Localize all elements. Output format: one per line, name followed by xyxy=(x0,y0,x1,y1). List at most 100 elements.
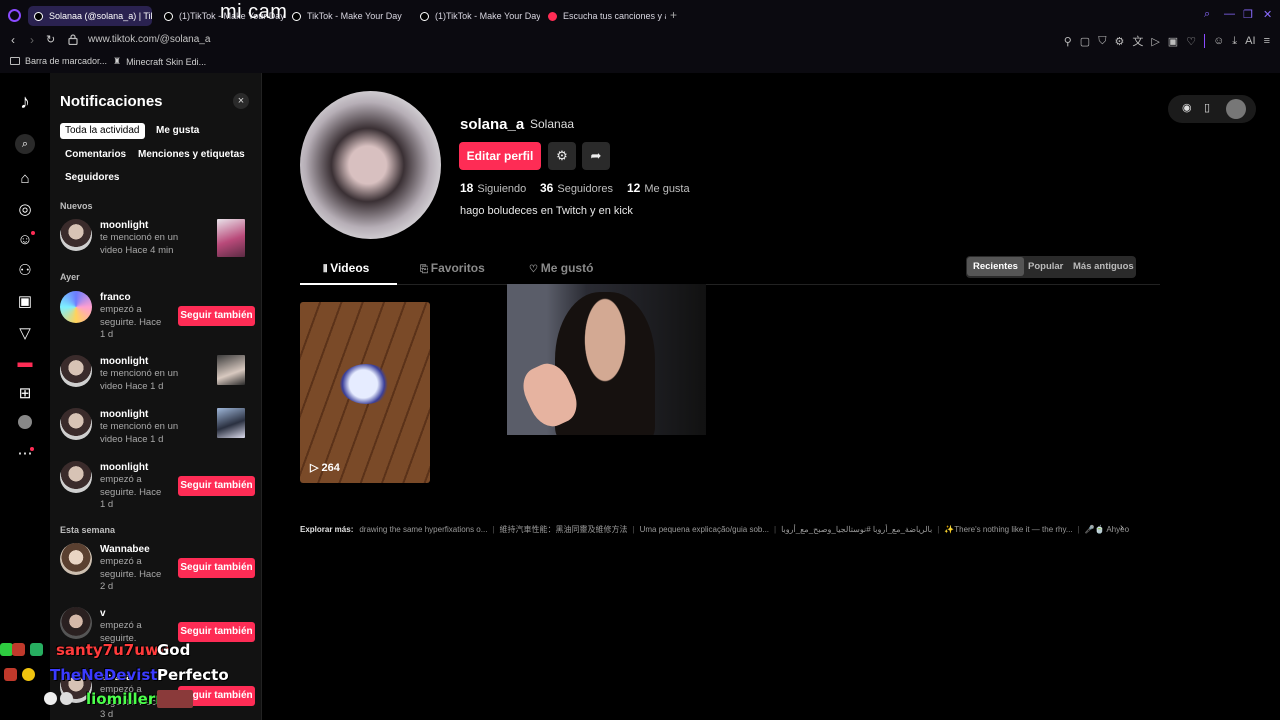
filter-mentions[interactable]: Menciones y etiquetas xyxy=(133,147,250,163)
explore-icon[interactable]: ◎ xyxy=(16,201,34,219)
view-count: ▷ 264 xyxy=(310,462,340,474)
browser-tab-bar: Solanaa (@solana_a) | TikTok (1)TikTok -… xyxy=(0,0,1280,30)
account-icon[interactable]: ☺ xyxy=(1213,35,1224,47)
notification-item[interactable]: moonlight te mencionó en un video Hace 1… xyxy=(60,355,250,403)
messages-icon[interactable]: ▽ xyxy=(16,325,34,343)
tiktok-logo-icon[interactable]: ♪ xyxy=(16,92,34,112)
notification-item[interactable]: Wannabee empezó a seguirte. Hace 2 d Seg… xyxy=(60,543,255,592)
explore-link[interactable]: بالرياضة_مع_أروبا #نوستالجيا_وصبح_مع_أرو… xyxy=(781,525,932,534)
live-icon[interactable]: ▣ xyxy=(16,293,34,311)
explore-link[interactable]: ✨There's nothing like it — the rhy... xyxy=(944,525,1072,534)
video-thumbnail[interactable] xyxy=(217,219,245,257)
profile-main: ◉ ▯ solana_a Solanaa Editar perfil ⚙ ➦ 1… xyxy=(262,73,1280,720)
search-icon[interactable]: ⌕ xyxy=(15,134,35,154)
sort-control: Recientes Popular Más antiguos xyxy=(966,256,1136,278)
activity-icon[interactable]: ▬ xyxy=(16,354,34,372)
close-icon[interactable]: × xyxy=(233,93,249,109)
ai-button[interactable]: AI xyxy=(1245,35,1255,47)
tab-youtube-music[interactable]: Escucha tus canciones y á xyxy=(542,6,666,26)
explore-link[interactable]: Uma pequena explicação/guia sob... xyxy=(640,525,769,534)
following-dot xyxy=(31,231,35,235)
pin-icon[interactable]: ⚲ xyxy=(1064,35,1072,48)
tab-liked[interactable]: ♡ Me gustó xyxy=(529,261,593,275)
avatar xyxy=(60,291,92,323)
chat-message: God xyxy=(157,641,191,659)
opera-logo-icon[interactable] xyxy=(8,9,21,22)
follow-back-button[interactable]: Seguir también xyxy=(178,306,255,326)
section-yesterday: Ayer xyxy=(60,272,80,282)
filter-likes[interactable]: Me gusta xyxy=(151,123,204,139)
tab-tiktok-profile[interactable]: Solanaa (@solana_a) | TikTok xyxy=(28,6,152,26)
play-icon[interactable]: ▷ xyxy=(1151,35,1159,48)
search-tabs-icon[interactable]: ⌕ xyxy=(1204,8,1210,21)
bookmark-minecraft[interactable]: ♜ Minecraft Skin Edi... xyxy=(113,56,206,67)
forward-icon[interactable]: › xyxy=(30,33,34,47)
home-icon[interactable]: ⌂ xyxy=(16,170,34,188)
video-card[interactable]: ▷ 264 xyxy=(300,302,430,483)
sort-popular[interactable]: Popular xyxy=(1028,261,1063,272)
bookmark-folder[interactable]: Barra de marcador... xyxy=(10,56,107,66)
follow-back-button[interactable]: Seguir también xyxy=(178,622,255,642)
sort-recent[interactable]: Recientes xyxy=(967,257,1024,276)
notification-item[interactable]: franco empezó a seguirte. Hace 1 d Segui… xyxy=(60,291,255,340)
settings-gear-icon[interactable]: ⚙ xyxy=(548,142,576,170)
follow-back-button[interactable]: Seguir también xyxy=(178,476,255,496)
snapshot-icon[interactable]: ▢ xyxy=(1080,35,1090,48)
new-tab-button[interactable]: + xyxy=(670,8,677,22)
avatar xyxy=(60,408,92,440)
stat-followers[interactable]: 36 Seguidores xyxy=(540,181,613,195)
notifications-title: Notificaciones xyxy=(60,93,163,110)
chat-emote-icon xyxy=(4,668,17,681)
explore-link[interactable]: 維持汽車性能：黑油同靈及維修方法 xyxy=(500,525,628,534)
wallet-icon[interactable]: ▣ xyxy=(1168,35,1178,48)
minimize-icon[interactable]: — xyxy=(1224,8,1235,20)
chat-emote-icon xyxy=(44,692,57,705)
stream-cam-label: mi cam xyxy=(220,1,288,23)
upload-icon[interactable]: ⊞ xyxy=(16,385,34,403)
profile-avatar-large[interactable] xyxy=(300,91,441,239)
shield-icon[interactable]: ⛉ xyxy=(1098,35,1106,48)
share-icon[interactable]: ➦ xyxy=(582,142,610,170)
notification-item[interactable]: moonlight te mencionó en un video Hace 1… xyxy=(60,408,250,456)
video-thumbnail[interactable] xyxy=(217,355,245,385)
filter-followers[interactable]: Seguidores xyxy=(60,170,124,186)
toolbar-divider xyxy=(1204,34,1206,48)
explore-link[interactable]: drawing the same hyperfixations o... xyxy=(359,525,487,534)
friends-icon[interactable]: ⚇ xyxy=(16,262,34,280)
translate-icon[interactable]: 文 xyxy=(1132,33,1143,49)
filter-all-activity[interactable]: Toda la actividad xyxy=(60,123,145,139)
tab-favorites[interactable]: ⎘ Favoritos xyxy=(420,261,485,275)
phone-icon[interactable]: ▯ xyxy=(1204,101,1210,114)
tab-tiktok-2[interactable]: TikTok - Make Your Day xyxy=(286,6,412,26)
stat-following[interactable]: 18 Siguiendo xyxy=(460,181,526,195)
back-icon[interactable]: ‹ xyxy=(11,33,15,47)
notification-item[interactable]: moonlight te mencionó en un video Hace 4… xyxy=(60,219,250,267)
sort-oldest[interactable]: Más antiguos xyxy=(1073,261,1134,272)
video-thumbnail[interactable] xyxy=(217,408,245,438)
tab-videos[interactable]: ⦀ Videos xyxy=(323,261,369,275)
restore-icon[interactable]: ❐ xyxy=(1243,8,1253,21)
reload-icon[interactable]: ↻ xyxy=(46,33,55,46)
section-this-week: Esta semana xyxy=(60,525,116,535)
avatar[interactable] xyxy=(1226,99,1246,119)
chat-username: TheNeDevist xyxy=(50,666,158,684)
follow-back-button[interactable]: Seguir también xyxy=(178,558,255,578)
chat-username: liomillerr xyxy=(86,690,163,708)
notification-item[interactable]: moonlight empezó a seguirte. Hace 1 d Se… xyxy=(60,461,255,510)
more-dot xyxy=(30,447,34,451)
stat-likes: 12 Me gusta xyxy=(627,181,690,195)
bookmark-icon: ⎘ xyxy=(420,264,431,275)
tab-tiktok-3[interactable]: (1)TikTok - Make Your Day xyxy=(414,6,540,26)
profile-avatar[interactable] xyxy=(18,415,32,429)
edit-profile-button[interactable]: Editar perfil xyxy=(459,142,541,170)
chevron-right-icon[interactable]: › xyxy=(1120,522,1123,533)
download-icon[interactable]: ⤓ xyxy=(1232,35,1237,48)
extensions-icon[interactable]: ⚙ xyxy=(1114,35,1124,48)
menu-icon[interactable]: ≡ xyxy=(1264,35,1270,47)
heart-icon[interactable]: ♡ xyxy=(1186,35,1196,48)
browser-toolbar: ⚲ ▢ ⛉ ⚙ 文 ▷ ▣ ♡ ☺ ⤓ AI ≡ xyxy=(1064,33,1270,49)
filter-comments[interactable]: Comentarios xyxy=(60,147,131,163)
compass-icon[interactable]: ◉ xyxy=(1182,101,1192,114)
close-window-icon[interactable]: ✕ xyxy=(1263,8,1272,21)
url-input[interactable]: www.tiktok.com/@solana_a xyxy=(88,34,210,45)
